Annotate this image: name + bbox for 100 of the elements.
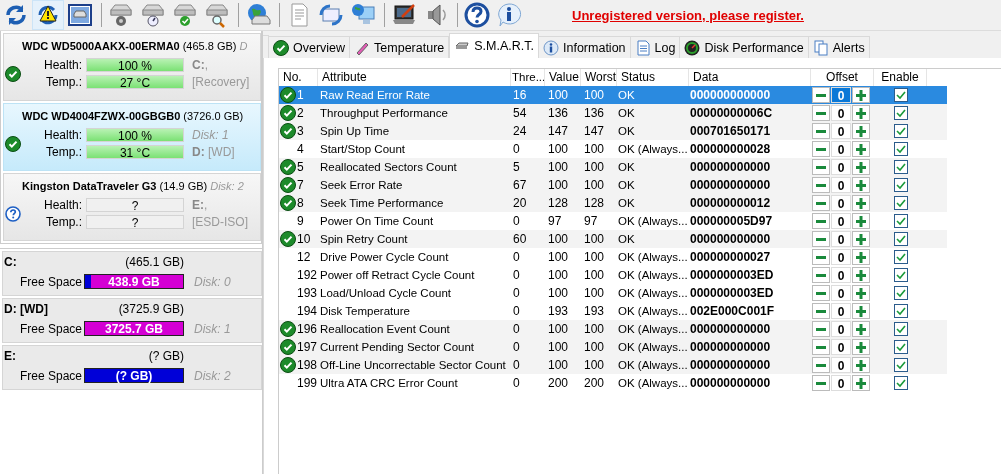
tab[interactable]: Alerts xyxy=(808,36,870,58)
offset-field[interactable]: 0 xyxy=(831,123,851,139)
minus-button[interactable] xyxy=(812,357,830,373)
offset-field[interactable]: 0 xyxy=(831,105,851,121)
minus-button[interactable] xyxy=(812,231,830,247)
plus-button[interactable] xyxy=(852,231,870,247)
offset-field[interactable]: 0 xyxy=(831,159,851,175)
table-row[interactable]: 1 Raw Read Error Rate 16 100 100 OK 000000000000 0 xyxy=(279,86,947,104)
minus-button[interactable] xyxy=(812,105,830,121)
checkbox[interactable] xyxy=(893,124,908,138)
drive-card[interactable]: Kingston DataTraveler G3 (14.9 GB) Disk: 2 Health: ? E:, Temp.: ? [ESD-ISO] xyxy=(3,173,261,241)
table-row[interactable]: 198 Off-Line Uncorrectable Sector Count 0 100 100 OK (Always... 000000000000 0 xyxy=(279,356,947,374)
table-row[interactable]: 199 Ultra ATA CRC Error Count 0 200 200 OK (Always... 000000000000 0 xyxy=(279,374,947,392)
plus-button[interactable] xyxy=(852,141,870,157)
drive-card[interactable]: WDC WD4004FZWX-00GBGB0 (3726.0 GB) Health: 100 % Disk: 1 Temp.: 31 °C D: [WD] xyxy=(3,103,261,171)
checkbox[interactable] xyxy=(893,160,908,174)
minus-button[interactable] xyxy=(812,195,830,211)
help-icon[interactable] xyxy=(463,1,491,29)
drive-icon[interactable] xyxy=(107,1,135,29)
table-row[interactable]: 197 Current Pending Sector Count 0 100 100 OK (Always... 000000000000 0 xyxy=(279,338,947,356)
plus-button[interactable] xyxy=(852,159,870,175)
checkbox[interactable] xyxy=(893,268,908,282)
drive-search-icon[interactable] xyxy=(203,1,231,29)
offset-field[interactable]: 0 xyxy=(831,321,851,337)
checkbox[interactable] xyxy=(893,232,908,246)
offset-field[interactable]: 0 xyxy=(831,303,851,319)
checkbox[interactable] xyxy=(893,196,908,210)
tab[interactable]: Temperature xyxy=(350,36,450,58)
offset-field[interactable]: 0 xyxy=(831,285,851,301)
plus-button[interactable] xyxy=(852,321,870,337)
table-row[interactable]: 4 Start/Stop Count 0 100 100 OK (Always... 000000000028 0 xyxy=(279,140,947,158)
table-row[interactable]: 2 Throughput Performance 54 136 136 OK 00000000006C 0 xyxy=(279,104,947,122)
checkbox[interactable] xyxy=(893,376,908,390)
tab[interactable]: Log xyxy=(630,36,681,58)
minus-button[interactable] xyxy=(812,249,830,265)
checkbox[interactable] xyxy=(893,250,908,264)
offset-field[interactable]: 0 xyxy=(831,195,851,211)
table-row[interactable]: 194 Disk Temperature 0 193 193 OK (Always... 002E000C001F 0 xyxy=(279,302,947,320)
plus-button[interactable] xyxy=(852,249,870,265)
checkbox[interactable] xyxy=(893,358,908,372)
drive-icon[interactable] xyxy=(171,1,199,29)
table-row[interactable]: 196 Reallocation Event Count 0 100 100 OK (Always... 000000000000 0 xyxy=(279,320,947,338)
checkbox[interactable] xyxy=(893,304,908,318)
plus-button[interactable] xyxy=(852,285,870,301)
plus-button[interactable] xyxy=(852,213,870,229)
table-row[interactable]: 9 Power On Time Count 0 97 97 OK (Always... 000000005D97 0 xyxy=(279,212,947,230)
minus-button[interactable] xyxy=(812,87,830,103)
checkbox[interactable] xyxy=(893,88,908,102)
offset-field[interactable]: 0 xyxy=(831,231,851,247)
plus-button[interactable] xyxy=(852,267,870,283)
table-row[interactable]: 3 Spin Up Time 24 147 147 OK 000701650171 0 xyxy=(279,122,947,140)
table-row[interactable]: 12 Drive Power Cycle Count 0 100 100 OK (Always... 000000000027 0 xyxy=(279,248,947,266)
register-link[interactable]: Unregistered version, please register. xyxy=(572,7,804,23)
plus-button[interactable] xyxy=(852,375,870,391)
minus-button[interactable] xyxy=(812,321,830,337)
minus-button[interactable] xyxy=(812,123,830,139)
offset-field[interactable]: 0 xyxy=(831,339,851,355)
plus-button[interactable] xyxy=(852,105,870,121)
plus-button[interactable] xyxy=(852,357,870,373)
minus-button[interactable] xyxy=(812,159,830,175)
checkbox[interactable] xyxy=(893,142,908,156)
minus-button[interactable] xyxy=(812,303,830,319)
plus-button[interactable] xyxy=(852,123,870,139)
tab[interactable]: S.M.A.R.T. xyxy=(449,33,539,58)
minus-button[interactable] xyxy=(812,141,830,157)
offset-field[interactable]: 0 xyxy=(831,87,851,103)
checkbox[interactable] xyxy=(893,286,908,300)
table-row[interactable]: 5 Reallocated Sectors Count 5 100 100 OK 000000000000 0 xyxy=(279,158,947,176)
offset-field[interactable]: 0 xyxy=(831,141,851,157)
minus-button[interactable] xyxy=(812,177,830,193)
table-row[interactable]: 8 Seek Time Performance 20 128 128 OK 000000000012 0 xyxy=(279,194,947,212)
minus-button[interactable] xyxy=(812,267,830,283)
offset-field[interactable]: 0 xyxy=(831,375,851,391)
offset-field[interactable]: 0 xyxy=(831,357,851,373)
checkbox[interactable] xyxy=(893,340,908,354)
plus-button[interactable] xyxy=(852,195,870,211)
plus-button[interactable] xyxy=(852,177,870,193)
checkbox[interactable] xyxy=(893,106,908,120)
tab[interactable]: Information xyxy=(539,36,631,58)
info-icon[interactable] xyxy=(495,1,523,29)
drive-window-icon[interactable] xyxy=(66,1,94,29)
minus-button[interactable] xyxy=(812,375,830,391)
table-row[interactable]: 193 Load/Unload Cycle Count 0 100 100 OK (Always... 0000000003ED 0 xyxy=(279,284,947,302)
drive-card[interactable]: WDC WD5000AAKX-00ERMA0 (465.8 GB) D Health: 100 % C:, Temp.: 27 °C [Recovery] xyxy=(3,33,261,101)
offset-field[interactable]: 0 xyxy=(831,177,851,193)
checkbox[interactable] xyxy=(893,214,908,228)
table-row[interactable]: 192 Power off Retract Cycle Count 0 100 100 OK (Always... 0000000003ED 0 xyxy=(279,266,947,284)
plus-button[interactable] xyxy=(852,339,870,355)
minus-button[interactable] xyxy=(812,339,830,355)
offset-field[interactable]: 0 xyxy=(831,267,851,283)
minus-button[interactable] xyxy=(812,285,830,301)
minus-button[interactable] xyxy=(812,213,830,229)
tab[interactable]: Overview xyxy=(269,36,351,58)
offset-field[interactable]: 0 xyxy=(831,213,851,229)
table-row[interactable]: 10 Spin Retry Count 60 100 100 OK 000000000000 0 xyxy=(279,230,947,248)
table-row[interactable]: 7 Seek Error Rate 67 100 100 OK 000000000000 0 xyxy=(279,176,947,194)
checkbox[interactable] xyxy=(893,322,908,336)
offset-field[interactable]: 0 xyxy=(831,249,851,265)
plus-button[interactable] xyxy=(852,303,870,319)
plus-button[interactable] xyxy=(852,87,870,103)
